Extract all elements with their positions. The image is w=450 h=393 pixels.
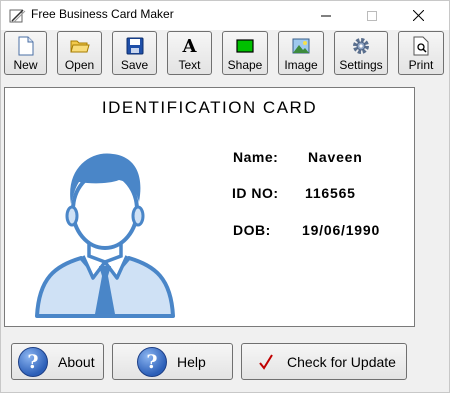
help-button[interactable]: ? Help	[112, 343, 233, 380]
name-label[interactable]: Name:	[233, 149, 278, 165]
close-icon	[412, 10, 424, 21]
dob-value[interactable]: 19/06/1990	[302, 222, 380, 238]
app-pen-icon	[9, 9, 26, 23]
new-label: New	[13, 58, 38, 72]
title-bar: Free Business Card Maker	[1, 1, 449, 30]
image-icon	[291, 36, 311, 56]
checkmark-icon	[258, 353, 274, 371]
card-canvas[interactable]: IDENTIFICATION CARD Name: Naveen ID NO: …	[4, 87, 415, 327]
open-folder-icon	[69, 36, 90, 56]
id-value[interactable]: 116565	[305, 185, 356, 201]
new-button[interactable]: New	[4, 31, 47, 75]
about-label: About	[58, 353, 95, 370]
name-value[interactable]: Naveen	[308, 149, 363, 165]
shape-icon	[235, 36, 255, 56]
save-button[interactable]: Save	[112, 31, 157, 75]
card-title[interactable]: IDENTIFICATION CARD	[5, 98, 414, 118]
check-update-button[interactable]: Check for Update	[241, 343, 407, 380]
question-icon: ?	[18, 346, 48, 377]
maximize-button[interactable]	[349, 1, 395, 30]
close-button[interactable]	[395, 1, 441, 30]
image-button[interactable]: Image	[278, 31, 324, 75]
settings-button[interactable]: Settings	[334, 31, 388, 75]
text-icon: A	[182, 35, 197, 57]
toolbar: New Open Save A Text Shape Image Setting…	[1, 30, 449, 78]
help-label: Help	[177, 353, 206, 370]
text-button[interactable]: A Text	[167, 31, 212, 75]
maximize-icon	[367, 10, 377, 21]
avatar-image[interactable]	[35, 138, 175, 318]
settings-label: Settings	[339, 58, 383, 72]
id-label[interactable]: ID NO:	[232, 185, 279, 201]
save-label: Save	[120, 58, 149, 72]
shape-button[interactable]: Shape	[222, 31, 268, 75]
image-label: Image	[284, 58, 318, 72]
gear-icon	[351, 36, 371, 56]
open-button[interactable]: Open	[57, 31, 102, 75]
print-preview-icon	[411, 36, 431, 56]
open-label: Open	[64, 58, 95, 72]
print-button[interactable]: Print	[398, 31, 444, 75]
print-label: Print	[408, 58, 434, 72]
window-title: Free Business Card Maker	[31, 7, 174, 21]
minimize-button[interactable]	[303, 1, 349, 30]
text-label: Text	[178, 58, 201, 72]
shape-label: Shape	[227, 58, 263, 72]
minimize-icon	[321, 15, 331, 16]
about-button[interactable]: ? About	[11, 343, 104, 380]
new-file-icon	[16, 36, 36, 56]
question-icon: ?	[137, 346, 167, 377]
dob-label[interactable]: DOB:	[233, 222, 271, 238]
check-update-label: Check for Update	[287, 353, 396, 370]
app-window: Free Business Card Maker New Open Save A…	[0, 0, 450, 393]
save-disk-icon	[125, 36, 145, 56]
